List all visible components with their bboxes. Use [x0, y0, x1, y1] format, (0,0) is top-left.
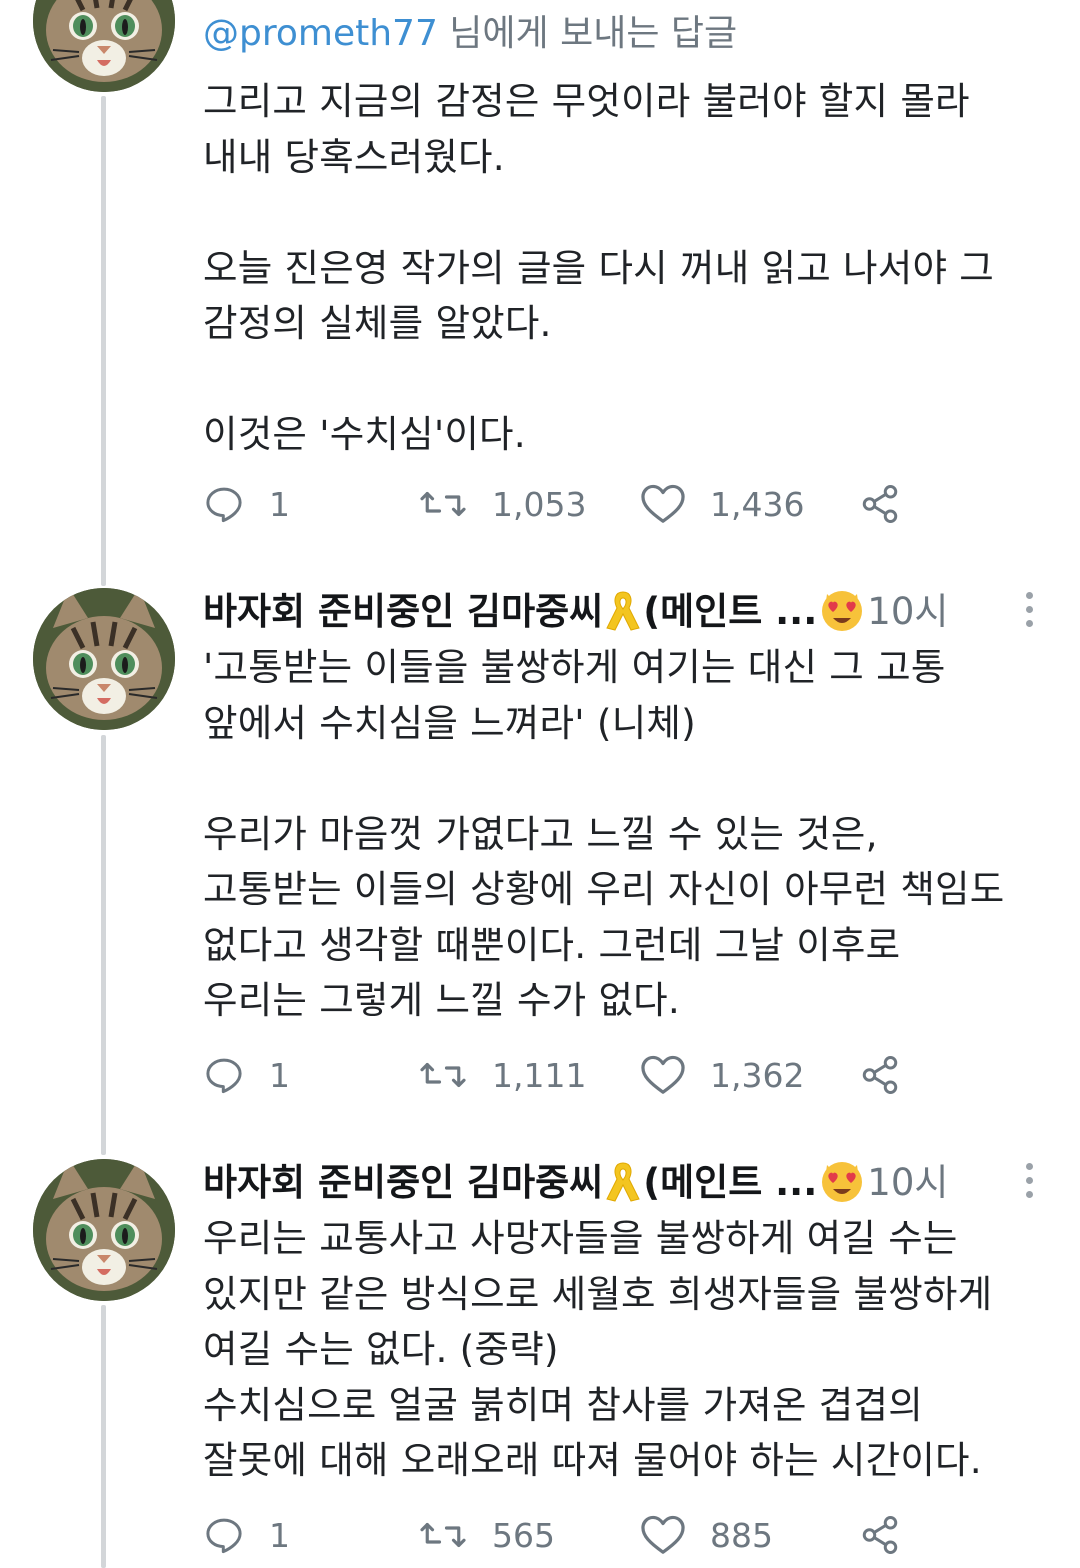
tweet-actions: 1 1,111 1,362: [203, 1047, 943, 1103]
tweet-header: 바자회 준비중인 김마중씨 (메인트 ... 10시: [203, 584, 948, 640]
share-button[interactable]: [859, 1507, 901, 1563]
reply-button[interactable]: 1: [203, 1047, 290, 1103]
reply-button[interactable]: 1: [203, 1507, 290, 1563]
like-button[interactable]: 1,362: [640, 1047, 804, 1103]
tweet[interactable]: @prometh77 님에게 보내는 답글 그리고 지금의 감정은 무엇이라 불…: [0, 0, 1080, 560]
heart-eyes-emoji: [817, 1157, 867, 1219]
retweet-count: 1,111: [492, 1055, 587, 1095]
avatar[interactable]: [33, 588, 175, 730]
yellow-ribbon-emoji: [603, 1159, 643, 1219]
author-name-suffix[interactable]: (메인트 ...: [643, 590, 817, 633]
heart-icon: [641, 484, 685, 523]
reply-count: 1: [269, 1055, 290, 1095]
speech-bubble-icon: [206, 487, 242, 523]
reply-count: 1: [269, 1515, 290, 1555]
like-button[interactable]: 1,436: [640, 476, 804, 532]
tweet-actions: 1 1,053 1,436: [203, 476, 943, 532]
retweet-icon: [420, 491, 466, 517]
tweet-actions: 1 565 885: [203, 1507, 943, 1563]
tweet-header: 바자회 준비중인 김마중씨 (메인트 ... 10시: [203, 1155, 948, 1211]
thread-line: [101, 1305, 106, 1568]
like-count: 1,436: [710, 484, 805, 524]
share-button[interactable]: [859, 476, 901, 532]
like-button[interactable]: 885: [640, 1507, 773, 1563]
thread-line: [101, 735, 106, 1155]
more-options-icon[interactable]: [1026, 1163, 1034, 1205]
tweet-timestamp[interactable]: 10시: [867, 590, 948, 633]
retweet-count: 1,053: [492, 484, 587, 524]
reply-to-line: @prometh77 님에게 보내는 답글: [203, 6, 1044, 62]
heart-eyes-emoji: [817, 586, 867, 648]
author-name[interactable]: 바자회 준비중인 김마중씨: [203, 590, 603, 633]
speech-bubble-icon: [206, 1518, 242, 1554]
reply-count: 1: [269, 484, 290, 524]
reply-handle-link[interactable]: @prometh77: [203, 13, 438, 54]
avatar[interactable]: [33, 0, 175, 92]
reply-to-label: 님에게 보내는 답글: [437, 13, 738, 54]
like-count: 1,362: [710, 1055, 805, 1095]
retweet-button[interactable]: 1,111: [418, 1047, 586, 1103]
share-icon: [862, 1516, 898, 1554]
retweet-count: 565: [492, 1515, 555, 1555]
tweet-text: 우리는 교통사고 사망자들을 불쌍하게 여길 수는 있지만 같은 방식으로 세월…: [203, 1216, 993, 1482]
tweet-text: 그리고 지금의 감정은 무엇이라 불러야 할지 몰라 내내 당혹스러웠다. 오늘…: [203, 79, 994, 456]
reply-button[interactable]: 1: [203, 476, 290, 532]
share-button[interactable]: [859, 1047, 901, 1103]
cat-avatar-icon: [33, 0, 175, 92]
heart-icon: [641, 1515, 685, 1554]
author-name-suffix[interactable]: (메인트 ...: [643, 1161, 817, 1204]
retweet-button[interactable]: 1,053: [418, 476, 586, 532]
retweet-button[interactable]: 565: [418, 1507, 555, 1563]
tweet-text: '고통받는 이들을 불쌍하게 여기는 대신 그 고통 앞에서 수치심을 느껴라'…: [203, 645, 1005, 1022]
author-name[interactable]: 바자회 준비중인 김마중씨: [203, 1161, 603, 1204]
speech-bubble-icon: [206, 1058, 242, 1094]
yellow-ribbon-emoji: [603, 588, 643, 648]
avatar[interactable]: [33, 1159, 175, 1301]
share-icon: [862, 1056, 898, 1094]
share-icon: [862, 485, 898, 523]
more-options-icon[interactable]: [1026, 592, 1034, 634]
like-count: 885: [710, 1515, 773, 1555]
cat-avatar-icon: [33, 1159, 175, 1301]
heart-icon: [641, 1055, 685, 1094]
tweet-timestamp[interactable]: 10시: [867, 1161, 948, 1204]
retweet-icon: [420, 1062, 466, 1088]
cat-avatar-icon: [33, 588, 175, 730]
retweet-icon: [420, 1522, 466, 1548]
